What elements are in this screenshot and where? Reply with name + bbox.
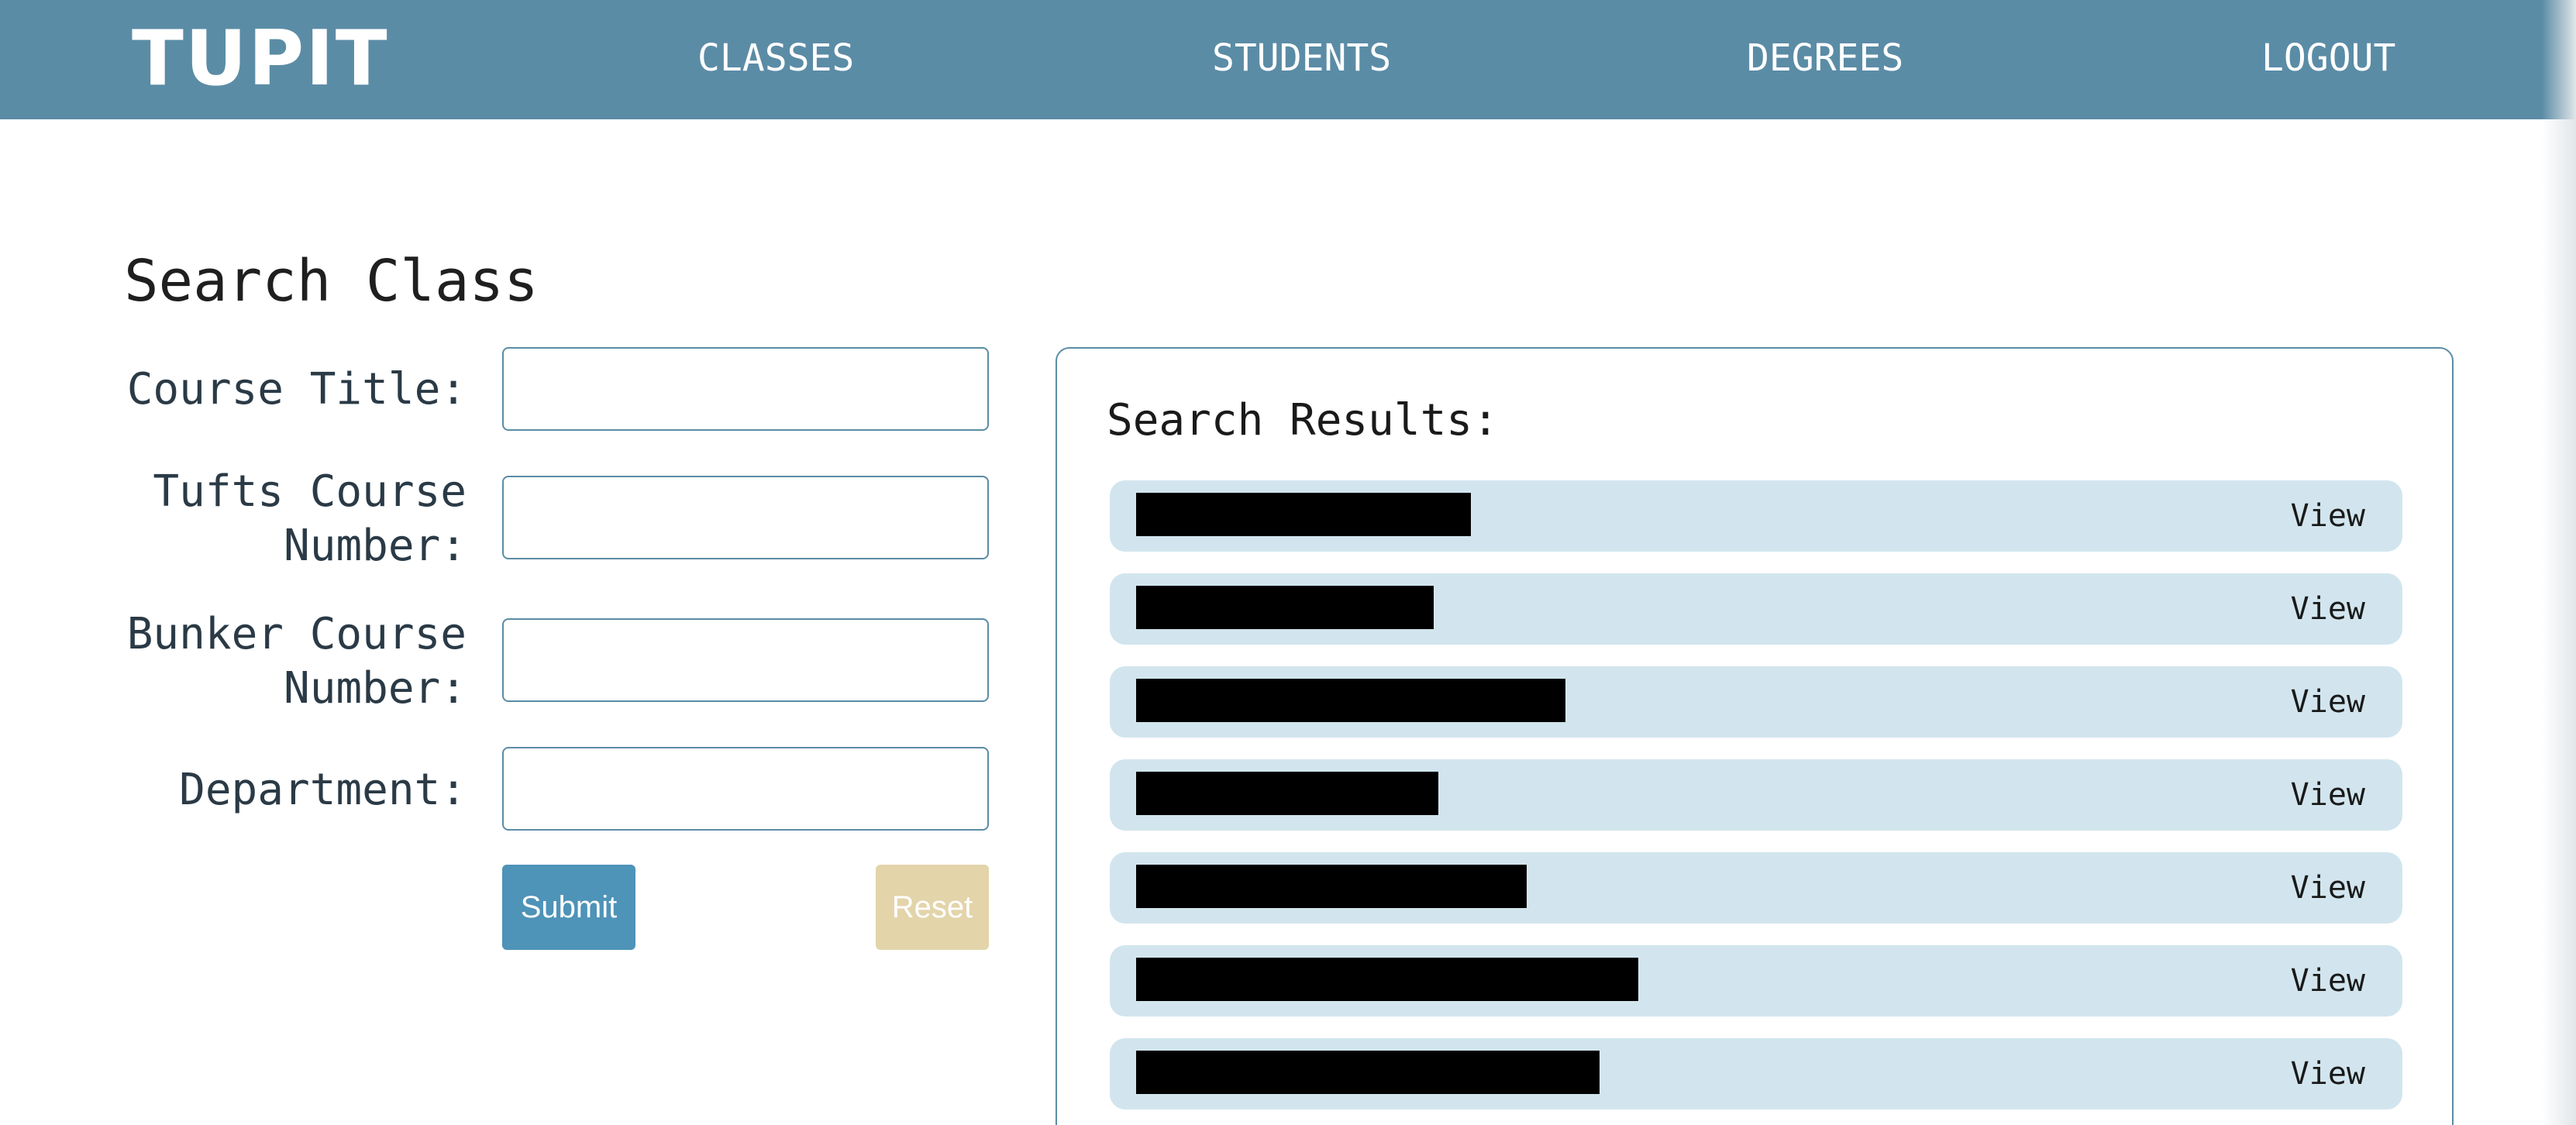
bunker-course-number-label: Bunker Course Number: — [126, 609, 467, 714]
result-title-redacted — [1136, 772, 1438, 815]
nav-link-classes[interactable]: CLASSES — [697, 34, 854, 82]
search-results-title: Search Results: — [1107, 395, 1499, 446]
submit-button[interactable]: Submit — [502, 865, 635, 950]
top-navbar: TUPIT CLASSES STUDENTS DEGREES LOGOUT — [0, 0, 2576, 119]
result-view-link[interactable]: View — [2291, 1052, 2365, 1096]
search-results-list: View View View View View View View — [1110, 480, 2402, 1125]
result-row: View — [1110, 573, 2402, 645]
result-title-redacted — [1136, 1051, 1600, 1094]
result-view-link[interactable]: View — [2291, 587, 2365, 631]
brand-logo[interactable]: TUPIT — [132, 14, 389, 104]
result-row: View — [1110, 852, 2402, 924]
result-view-link[interactable]: View — [2291, 680, 2365, 724]
result-title-redacted — [1136, 586, 1434, 629]
page: TUPIT CLASSES STUDENTS DEGREES LOGOUT Se… — [0, 0, 2576, 1125]
result-row: View — [1110, 480, 2402, 552]
result-view-link[interactable]: View — [2291, 866, 2365, 910]
bunker-course-number-input[interactable] — [502, 618, 989, 702]
department-input[interactable] — [502, 747, 989, 831]
result-row: View — [1110, 759, 2402, 831]
nav-link-logout[interactable]: LOGOUT — [2261, 34, 2395, 82]
result-view-link[interactable]: View — [2291, 959, 2365, 1003]
nav-link-students[interactable]: STUDENTS — [1212, 34, 1391, 82]
search-results-panel: Search Results: View View View View View View… — [1056, 347, 2454, 1125]
result-title-redacted — [1136, 493, 1471, 536]
course-title-label: Course Title: — [126, 364, 467, 415]
department-label: Department: — [179, 765, 467, 815]
nav-link-degrees[interactable]: DEGREES — [1747, 34, 1903, 82]
result-row: View — [1110, 666, 2402, 738]
page-title: Search Class — [124, 248, 539, 315]
result-title-redacted — [1136, 865, 1527, 908]
result-view-link[interactable]: View — [2291, 773, 2365, 817]
tufts-course-number-input[interactable] — [502, 476, 989, 559]
result-row: View — [1110, 945, 2402, 1017]
reset-button[interactable]: Reset — [876, 865, 989, 950]
result-title-redacted — [1136, 958, 1638, 1001]
tufts-course-number-label: Tufts Course Number: — [153, 466, 467, 571]
result-row: View — [1110, 1038, 2402, 1110]
result-title-redacted — [1136, 679, 1565, 722]
result-view-link[interactable]: View — [2291, 494, 2365, 538]
course-title-input[interactable] — [502, 347, 989, 431]
window-edge-shadow — [2542, 0, 2576, 1125]
